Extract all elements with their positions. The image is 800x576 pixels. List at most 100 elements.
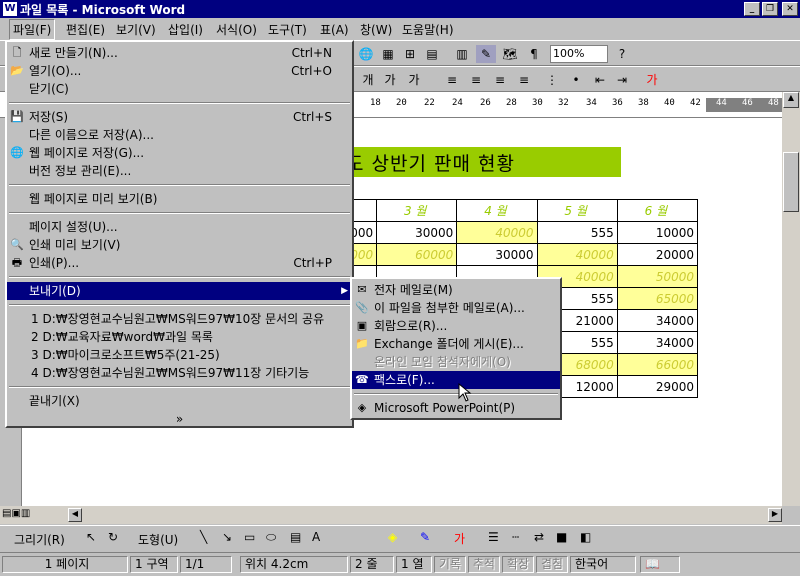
scroll-right-icon[interactable]: ▶ (768, 508, 782, 522)
line-icon[interactable]: ╲ (200, 530, 207, 544)
menu-item-save-web[interactable]: 🌐 웹 페이지로 저장(G)... (7, 144, 352, 162)
align-left-icon[interactable]: ≡ (442, 71, 462, 89)
arrow-style-icon[interactable]: ⇄ (534, 530, 544, 544)
justify-icon[interactable]: ≡ (514, 71, 534, 89)
fill-color-icon[interactable]: ◈ (388, 530, 397, 544)
columns-icon[interactable]: ▥ (452, 45, 472, 63)
rectangle-icon[interactable]: ▭ (244, 530, 255, 544)
routing-icon: ▣ (356, 319, 368, 332)
menu-item-exit[interactable]: 끝내기(X) (7, 392, 352, 410)
menu-item-open[interactable]: 📂 열기(O)... Ctrl+O (7, 62, 352, 80)
scroll-up-icon[interactable]: ▲ (783, 92, 799, 108)
help-icon[interactable]: ? (612, 45, 632, 63)
send-to-submenu: ✉ 전자 메일로(M) 📎 이 파일을 첨부한 메일로(A)... ▣ 회람으로(R)… (350, 277, 562, 420)
drawing-icon[interactable]: ✎ (476, 45, 496, 63)
status-extend[interactable]: 확장 (502, 556, 534, 573)
menu-item-new[interactable]: 🗋 새로 만들기(N)... Ctrl+N (7, 44, 352, 62)
insert-table-icon[interactable]: ⊞ (400, 45, 420, 63)
menu-help[interactable]: 도움말(H) (402, 21, 454, 38)
menu-format[interactable]: 서식(O) (216, 21, 257, 38)
menu-item-save[interactable]: 💾 저장(S) Ctrl+S (7, 108, 352, 126)
menu-item-print[interactable]: 🖶 인쇄(P)... Ctrl+P (7, 254, 352, 272)
recent-file-1[interactable]: 1 D:₩장영현교수님원고₩MS워드97₩10장 문서의 공유 (7, 310, 352, 328)
menu-item-close[interactable]: 닫기(C) (7, 80, 352, 98)
send-exchange[interactable]: 📁 Exchange 폴더에 게시(E)... (352, 335, 560, 353)
spelling-status-icon[interactable]: 📖 (640, 556, 680, 573)
wordart-icon[interactable]: A (312, 530, 320, 544)
bold-icon[interactable]: 개 (358, 71, 378, 89)
align-right-icon[interactable]: ≡ (490, 71, 510, 89)
mail-icon: ✉ (357, 283, 367, 296)
status-track[interactable]: 추적 (468, 556, 500, 573)
menu-expand-chevron-icon[interactable]: » (7, 410, 352, 428)
menu-item-versions[interactable]: 버전 정보 관리(E)... (7, 162, 352, 180)
print-preview-icon: 🔍 (10, 238, 24, 251)
arrow-icon[interactable]: ↘ (222, 530, 232, 544)
line-style-icon[interactable]: ☰ (488, 530, 499, 544)
menu-view[interactable]: 보기(V) (116, 21, 156, 38)
menu-table[interactable]: 표(A) (320, 21, 349, 38)
close-button[interactable]: ✕ (782, 2, 798, 16)
ruler-tick: 38 (638, 98, 649, 108)
align-center-icon[interactable]: ≡ (466, 71, 486, 89)
status-overtype[interactable]: 겹침 (536, 556, 568, 573)
send-email-attachment[interactable]: 📎 이 파일을 첨부한 메일로(A)... (352, 299, 560, 317)
recent-file-2[interactable]: 2 D:₩교육자료₩word₩과일 목록 (7, 328, 352, 346)
recent-file-3[interactable]: 3 D:₩마이크로소프트₩5주(21-25) (7, 346, 352, 364)
send-fax[interactable]: ☎ 팩스로(F)... (352, 371, 560, 389)
menu-item-web-preview[interactable]: 웹 페이지로 미리 보기(B) (7, 190, 352, 208)
status-language[interactable]: 한국어 (570, 556, 636, 573)
recent-file-4[interactable]: 4 D:₩장영현교수님원고₩MS워드97₩11장 기타기능 (7, 364, 352, 382)
table-row: 0000 30000 40000 555 10000 (335, 221, 699, 244)
horizontal-scrollbar[interactable]: ▤▣▥ ◀ ▶ (0, 506, 782, 524)
select-arrow-icon[interactable]: ↖ (86, 530, 96, 544)
menu-file[interactable]: 파일(F) (9, 19, 56, 40)
menu-tools[interactable]: 도구(T) (268, 21, 307, 38)
menu-item-print-preview[interactable]: 🔍 인쇄 미리 보기(V) (7, 236, 352, 254)
ruler-tick: 22 (424, 98, 435, 108)
increase-indent-icon[interactable]: ⇥ (612, 71, 632, 89)
oval-icon[interactable]: ⬭ (266, 530, 276, 545)
document-map-icon[interactable]: 🗺 (500, 45, 520, 63)
status-position: 위치 4.2cm (240, 556, 348, 573)
autoshapes-menu[interactable]: 도형(U) (138, 531, 178, 548)
3d-icon[interactable]: ◧ (580, 530, 591, 544)
menu-window[interactable]: 창(W) (360, 21, 392, 38)
bullets-icon[interactable]: • (566, 71, 586, 89)
status-bar: 1 페이지 1 구역 1/1 위치 4.2cm 2 줄 1 열 기록 추적 확장… (0, 552, 800, 576)
restore-button[interactable]: ❐ (762, 2, 778, 16)
menu-item-save-as[interactable]: 다른 이름으로 저장(A)... (7, 126, 352, 144)
dash-style-icon[interactable]: ┄ (512, 530, 519, 544)
menu-item-send-to[interactable]: 보내기(D) ▶ (7, 282, 352, 300)
shadow-icon[interactable]: ■ (556, 530, 567, 544)
decrease-indent-icon[interactable]: ⇤ (590, 71, 610, 89)
textbox-icon[interactable]: ▤ (290, 530, 301, 544)
table-icon[interactable]: ▦ (378, 45, 398, 63)
text-color-icon[interactable]: 가 (454, 530, 465, 547)
rotate-icon[interactable]: ↻ (108, 530, 118, 544)
send-routing[interactable]: ▣ 회람으로(R)... (352, 317, 560, 335)
status-line: 2 줄 (350, 556, 394, 573)
vertical-scrollbar[interactable]: ▲ (782, 92, 800, 506)
minimize-button[interactable]: _ (744, 2, 760, 16)
web-icon[interactable]: 🌐 (356, 45, 376, 63)
zoom-box[interactable]: 100% (550, 45, 608, 63)
italic-icon[interactable]: 가 (380, 71, 400, 89)
show-hide-icon[interactable]: ¶ (524, 45, 544, 63)
view-buttons[interactable]: ▤▣▥ (2, 508, 30, 519)
draw-menu[interactable]: 그리기(R) (14, 531, 65, 548)
font-color-icon[interactable]: 가 (642, 71, 662, 89)
send-email[interactable]: ✉ 전자 메일로(M) (352, 281, 560, 299)
numbering-icon[interactable]: ⋮ (542, 71, 562, 89)
scroll-left-icon[interactable]: ◀ (68, 508, 82, 522)
scroll-thumb[interactable] (783, 152, 799, 212)
menu-edit[interactable]: 편집(E) (66, 21, 105, 38)
status-record[interactable]: 기록 (434, 556, 466, 573)
word-app-icon[interactable]: W (3, 2, 17, 16)
line-color-icon[interactable]: ✎ (420, 530, 430, 544)
send-powerpoint[interactable]: ◈ Microsoft PowerPoint(P) (352, 399, 560, 417)
menu-insert[interactable]: 삽입(I) (168, 21, 203, 38)
underline-icon[interactable]: 가 (404, 71, 424, 89)
menu-item-page-setup[interactable]: 페이지 설정(U)... (7, 218, 352, 236)
excel-icon[interactable]: ▤ (422, 45, 442, 63)
